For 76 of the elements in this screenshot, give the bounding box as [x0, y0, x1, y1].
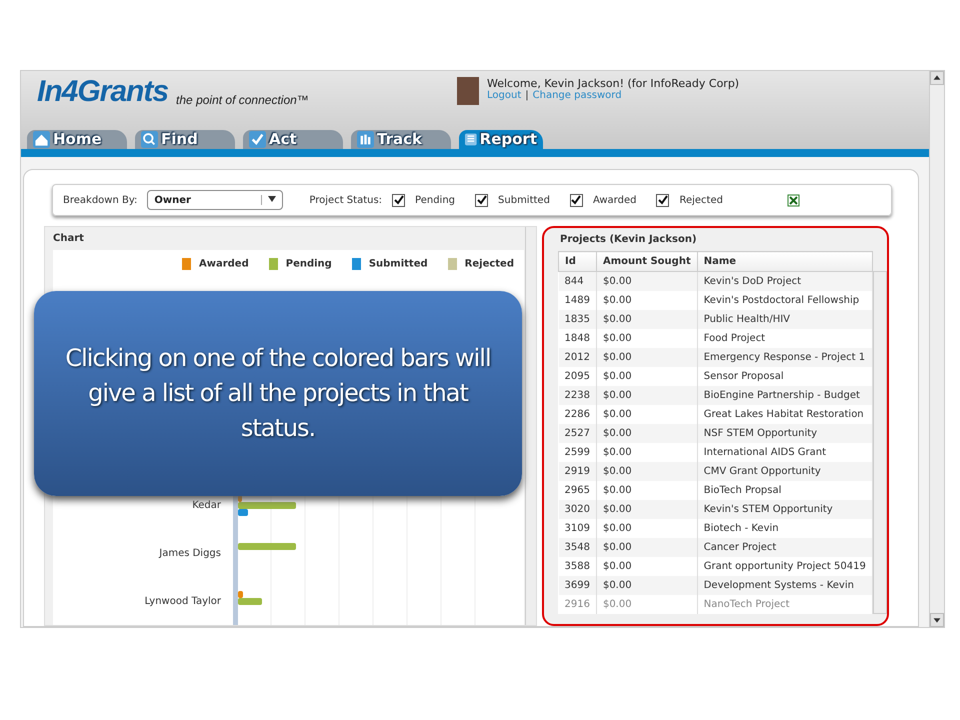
house-icon: [33, 131, 50, 148]
table-cell: 2919: [558, 462, 596, 480]
table-cell: $0.00: [596, 272, 698, 290]
legend-label: Submitted: [368, 258, 428, 270]
table-cell: $0.00: [596, 462, 698, 480]
table-cell: 2012: [558, 348, 596, 366]
logo: In4Grants: [37, 77, 168, 107]
checkbox[interactable]: [656, 194, 670, 206]
table-cell: $0.00: [596, 538, 698, 556]
legend-label: Pending: [286, 258, 332, 270]
spreadsheet-icon[interactable]: [786, 194, 800, 206]
column-header[interactable]: Amount Sought: [596, 252, 698, 272]
table-cell: 2238: [558, 386, 596, 404]
checkbox-label: Pending: [415, 194, 456, 206]
document-icon: [465, 131, 477, 148]
owner-label: Kedar: [191, 500, 222, 510]
table-cell: $0.00: [596, 576, 698, 594]
tagline: the point of connection™: [176, 93, 309, 107]
table-cell: 2527: [558, 424, 596, 442]
table-cell: BioEngine Partnership - Budget: [697, 386, 872, 404]
table-cell: $0.00: [596, 386, 698, 404]
link[interactable]: Change password: [532, 90, 622, 102]
owner-label: James Diggs: [158, 548, 222, 558]
table-cell: NanoTech Project: [697, 594, 872, 614]
table-cell: Kevin's DoD Project: [697, 272, 872, 290]
nav-tab[interactable]: Track: [351, 130, 451, 149]
table-cell: 3548: [558, 538, 596, 556]
checkbox[interactable]: [570, 194, 583, 206]
link[interactable]: Logout: [487, 90, 522, 102]
field-label: Project Status:: [309, 194, 382, 206]
table-cell: Public Health/HIV: [697, 310, 872, 328]
bars-icon: [357, 131, 374, 148]
panel-title: Chart: [52, 232, 85, 246]
panel-title: Projects (Kevin Jackson): [559, 233, 698, 247]
table-cell: 3020: [558, 500, 596, 518]
nav-tab[interactable]: Report: [459, 130, 543, 149]
table-cell: 844: [558, 272, 596, 290]
checkbox-label: Awarded: [592, 194, 636, 206]
nav-tab[interactable]: Act: [243, 130, 343, 149]
table-cell: 2916: [558, 594, 596, 614]
column-header[interactable]: Id: [558, 252, 596, 272]
nav-tab[interactable]: Find: [135, 130, 235, 149]
table-cell: NSF STEM Opportunity: [697, 424, 872, 442]
table-cell: $0.00: [596, 424, 698, 442]
table-cell: Cancer Project: [697, 538, 872, 556]
legend-label: Awarded: [198, 258, 249, 270]
welcome-text: Welcome, Kevin Jackson! (for InfoReady Corp): [487, 77, 740, 90]
nav-tab[interactable]: Home: [27, 130, 127, 149]
table-cell: $0.00: [596, 594, 698, 614]
table-cell: $0.00: [596, 500, 698, 518]
avatar-placeholder: [457, 77, 479, 105]
checkbox[interactable]: [392, 194, 406, 206]
checkmark-icon: [249, 131, 266, 148]
checkbox-label: Submitted: [498, 194, 550, 206]
caret-icon: [261, 195, 276, 205]
table-cell: Development Systems - Kevin: [697, 576, 872, 594]
field-label: Breakdown By:: [63, 194, 138, 206]
table-cell: CMV Grant Opportunity: [697, 462, 872, 480]
table-cell: Emergency Response - Project 1: [697, 348, 872, 366]
scroll-down-icon[interactable]: [930, 613, 944, 627]
bar-cluster-drawing[interactable]: [238, 495, 296, 516]
table-cell: $0.00: [596, 348, 698, 366]
dropdown[interactable]: Owner: [147, 190, 284, 210]
separator: |: [525, 90, 529, 102]
table-cell: 1835: [558, 310, 596, 328]
table-cell: Kevin's STEM Opportunity: [697, 500, 872, 518]
owner-label: Lynwood Taylor: [144, 596, 222, 606]
table-cell: $0.00: [596, 310, 698, 328]
scroll-up-icon[interactable]: [930, 71, 944, 85]
table-cell: 3699: [558, 576, 596, 594]
legend-label: Rejected: [464, 258, 514, 270]
checkbox-label: Rejected: [679, 194, 723, 206]
search-icon: [141, 131, 158, 148]
column-header[interactable]: Name: [697, 252, 872, 272]
callout-text: Clicking on one of the colored bars will give a list of all the projects in that status.: [34, 291, 522, 496]
checkbox[interactable]: [475, 194, 488, 206]
